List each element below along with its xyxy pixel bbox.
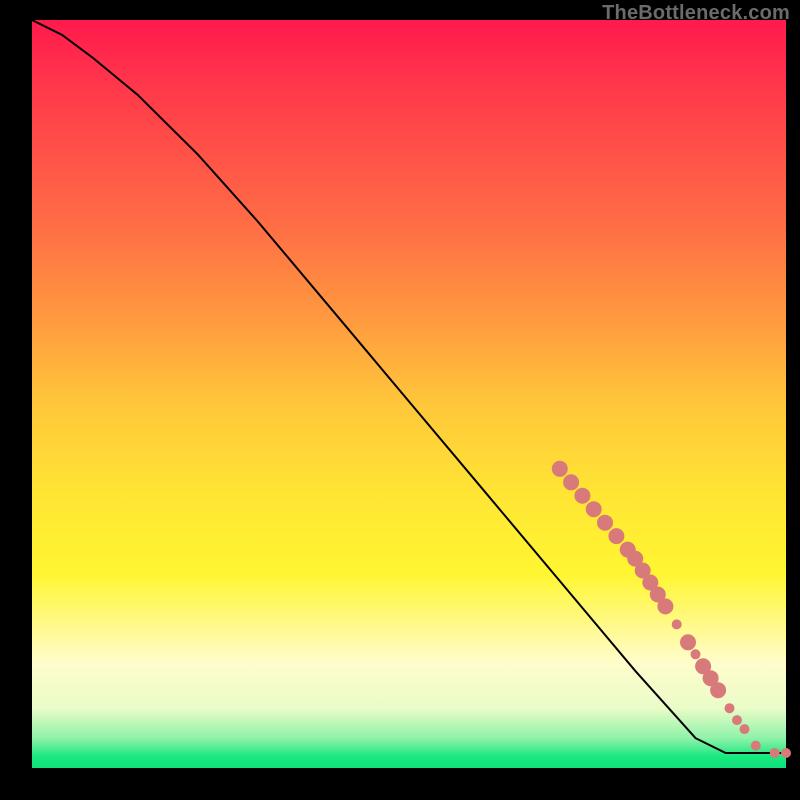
highlight-point bbox=[751, 741, 761, 751]
highlight-point bbox=[691, 649, 701, 659]
highlight-point bbox=[574, 488, 590, 504]
highlight-points-group bbox=[552, 461, 791, 758]
highlight-point bbox=[725, 703, 735, 713]
highlight-point bbox=[732, 715, 742, 725]
highlight-point bbox=[552, 461, 568, 477]
chart-svg bbox=[32, 20, 786, 768]
highlight-point bbox=[608, 528, 624, 544]
highlight-point bbox=[657, 598, 673, 614]
watermark-text: TheBottleneck.com bbox=[602, 2, 790, 25]
highlight-point bbox=[740, 724, 750, 734]
highlight-point bbox=[710, 682, 726, 698]
highlight-point bbox=[597, 515, 613, 531]
bottleneck-curve-line bbox=[32, 20, 786, 753]
chart-plot-area bbox=[32, 20, 786, 768]
highlight-point bbox=[680, 634, 696, 650]
highlight-point bbox=[770, 748, 780, 758]
highlight-point bbox=[586, 501, 602, 517]
chart-frame: TheBottleneck.com bbox=[0, 0, 800, 800]
highlight-point bbox=[672, 619, 682, 629]
highlight-point bbox=[781, 748, 791, 758]
highlight-point bbox=[563, 474, 579, 490]
